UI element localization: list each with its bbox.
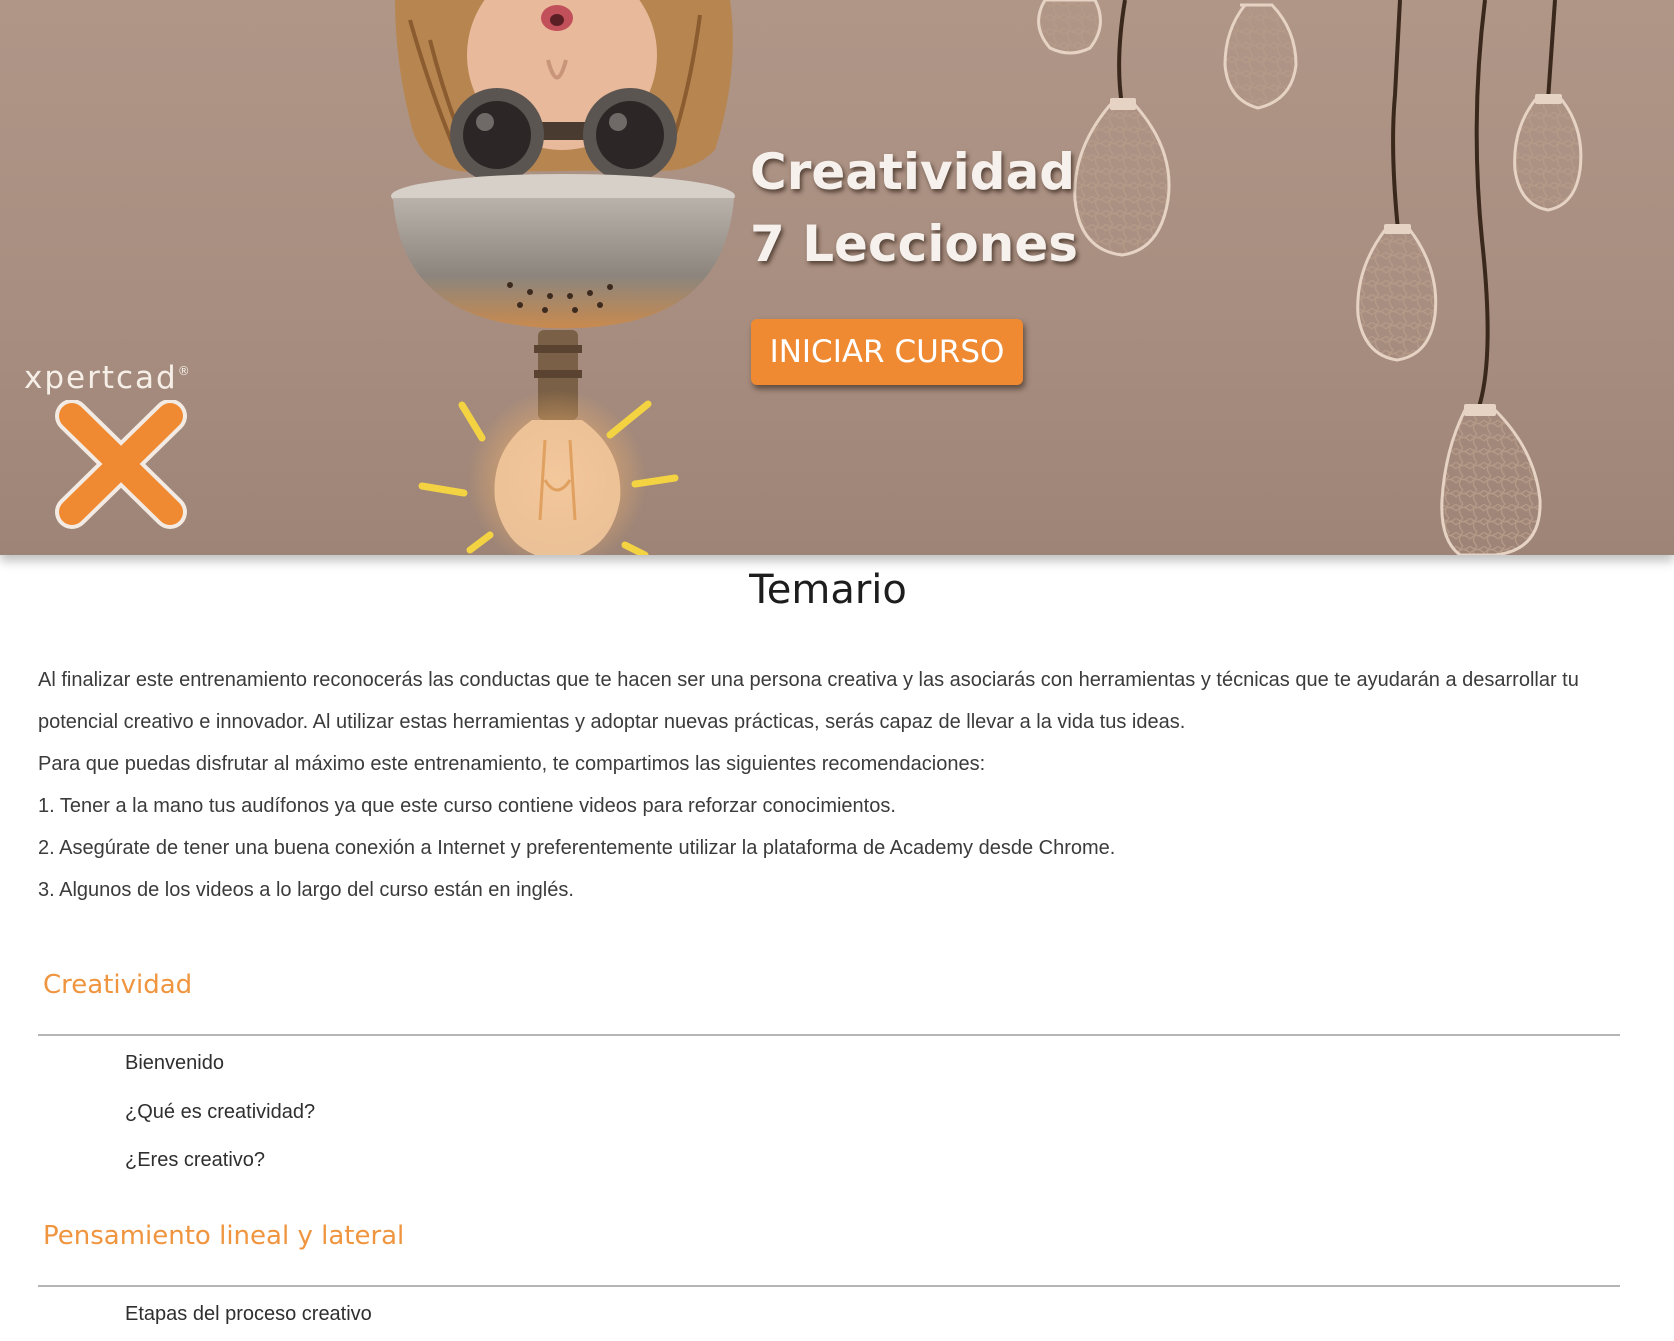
course-title-line: Creatividad xyxy=(750,143,1076,201)
recommendation-item: 2. Asegúrate de tener una buena conexión… xyxy=(38,837,1116,859)
module-title[interactable]: Pensamiento lineal y lateral xyxy=(43,1221,404,1251)
registered-mark: ® xyxy=(177,364,192,378)
lesson-count: 7 Lecciones xyxy=(750,215,1079,273)
module-divider xyxy=(38,1034,1620,1036)
lesson-item[interactable]: ¿Eres creativo? xyxy=(125,1145,265,1175)
course-description: Al finalizar este entrenamiento reconoce… xyxy=(38,659,1638,911)
start-course-button[interactable]: INICIAR CURSO xyxy=(751,319,1023,385)
syllabus-heading: Temario xyxy=(749,567,907,613)
brand-name: xpertcad xyxy=(24,360,178,396)
brand-wordmark: xpertcad® xyxy=(24,360,192,396)
recommendations-intro: Para que puedas disfrutar al máximo este… xyxy=(38,753,986,775)
course-title: Creatividad 7 Lecciones xyxy=(750,136,1078,280)
brand-x-icon xyxy=(55,400,187,529)
xpertcad-logo: xpertcad® xyxy=(22,360,212,535)
lesson-item[interactable]: Etapas del proceso creativo xyxy=(125,1299,372,1329)
lesson-item[interactable]: ¿Qué es creatividad? xyxy=(125,1097,315,1127)
module-title[interactable]: Creatividad xyxy=(43,970,192,1000)
description-paragraph: Al finalizar este entrenamiento reconoce… xyxy=(38,669,1579,733)
course-hero-banner: Creatividad 7 Lecciones INICIAR CURSO xp… xyxy=(0,0,1674,555)
recommendation-item: 3. Algunos de los videos a lo largo del … xyxy=(38,879,574,901)
string-bulbs-decoration xyxy=(1037,0,1583,555)
recommendation-item: 1. Tener a la mano tus audífonos ya que … xyxy=(38,795,896,817)
lesson-item[interactable]: Bienvenido xyxy=(125,1048,224,1078)
module-divider xyxy=(38,1285,1620,1287)
